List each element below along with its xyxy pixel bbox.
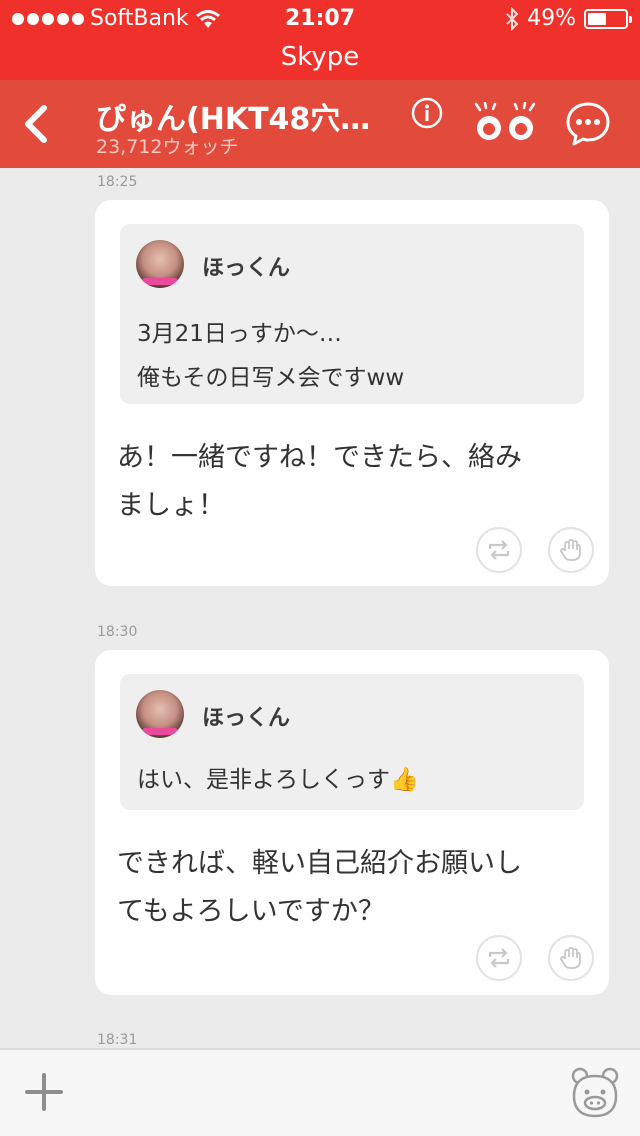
hand-icon: [560, 539, 581, 561]
message-timestamp: 18:31: [97, 1032, 138, 1048]
bear-face-icon[interactable]: [568, 1066, 622, 1120]
composer-bar: [0, 1048, 640, 1136]
avatar[interactable]: [136, 690, 184, 738]
quoted-message[interactable]: ほっくん はい、是非よろしくっす👍: [120, 674, 584, 810]
cheer-button[interactable]: [548, 935, 594, 981]
quoted-text: はい、是非よろしくっす👍: [137, 767, 419, 793]
retweet-button[interactable]: [476, 527, 522, 573]
repeat-icon: [488, 948, 510, 968]
quoted-text: 3月21日っすか〜… 俺もその日写メ会ですww: [137, 321, 405, 391]
cheer-button[interactable]: [548, 527, 594, 573]
battery-icon: [584, 8, 632, 29]
message-card: ほっくん 3月21日っすか〜… 俺もその日写メ会ですww あ！一緒ですね！できた…: [95, 200, 609, 586]
watch-eyes-icon[interactable]: [474, 102, 536, 146]
watch-count: 23,712ウォッチ: [96, 136, 239, 158]
message-text: あ！一緒ですね！できたら、絡み ましょ！: [117, 442, 522, 521]
chat-bubble-icon[interactable]: [564, 100, 612, 148]
plus-icon[interactable]: [24, 1072, 64, 1112]
app-name: Skype: [280, 42, 360, 72]
chat-header: ぴゅん(HKT48穴… 23,712ウォッチ: [0, 80, 640, 168]
quoted-message[interactable]: ほっくん 3月21日っすか〜… 俺もその日写メ会ですww: [120, 224, 584, 404]
avatar[interactable]: [136, 240, 184, 288]
battery-percent: 49%: [527, 6, 576, 31]
retweet-button[interactable]: [476, 935, 522, 981]
repeat-icon: [488, 540, 510, 560]
info-icon[interactable]: [410, 96, 444, 130]
back-icon[interactable]: [18, 102, 58, 146]
message-timestamp: 18:30: [97, 624, 138, 640]
hand-icon: [560, 947, 581, 969]
bluetooth-icon: [506, 6, 519, 31]
message-timestamp: 18:25: [97, 174, 138, 190]
quoted-author: ほっくん: [202, 256, 291, 281]
status-bar: SoftBank 21:07 49% Skype: [0, 0, 640, 80]
message-card: ほっくん はい、是非よろしくっす👍 できれば、軽い自己紹介お願いし てもよろしい…: [95, 650, 609, 995]
message-text: できれば、軽い自己紹介お願いし てもよろしいですか？: [117, 848, 522, 927]
quoted-author: ほっくん: [202, 706, 291, 731]
